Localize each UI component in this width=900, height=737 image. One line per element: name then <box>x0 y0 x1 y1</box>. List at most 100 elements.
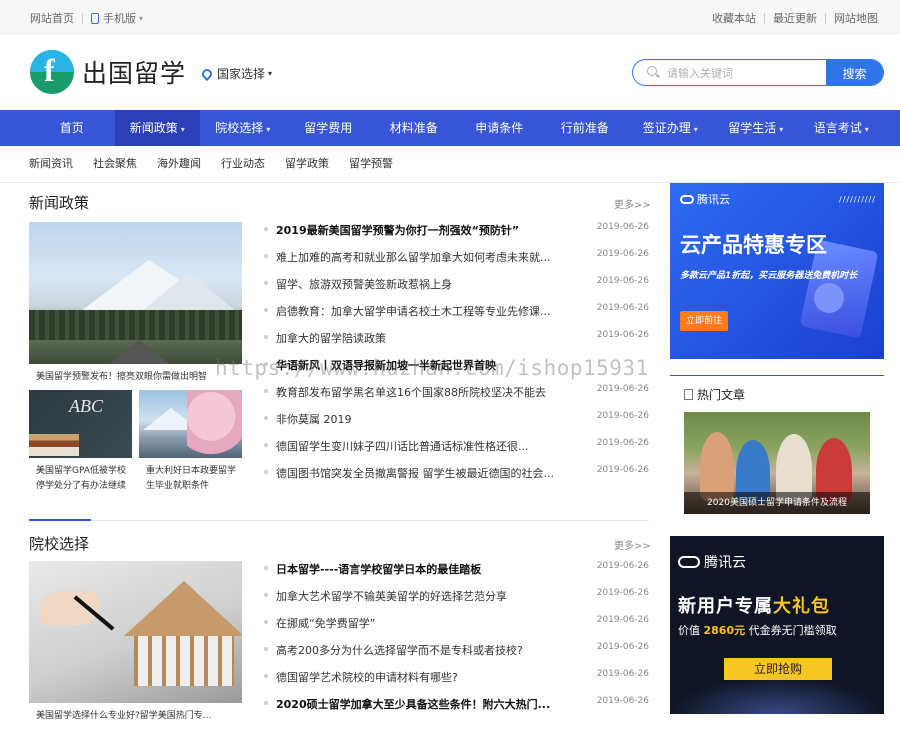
list-item-date: 2019-06-26 <box>596 303 649 313</box>
chevron-down-icon: ▾ <box>268 69 273 78</box>
bullet-icon <box>264 593 268 597</box>
list-item-date: 2019-06-26 <box>596 588 649 598</box>
ad-brand: 腾讯云 <box>680 191 730 207</box>
ad-banner-newuser[interactable]: 腾讯云 新用户专属大礼包 价值 2860元 代金券无门槛领取 立即抢购 <box>670 536 884 714</box>
news-feature-image[interactable] <box>29 222 242 364</box>
location-pin-icon <box>199 66 215 81</box>
search-button[interactable]: 搜索 <box>826 60 883 85</box>
bullet-icon <box>264 308 268 312</box>
list-item[interactable]: 教育部发布留学黑名单这16个国家88所院校坚决不能去 2019-06-26 <box>264 384 649 411</box>
nav-item-4[interactable]: 材料准备 <box>371 110 457 146</box>
nav-item-9[interactable]: 语言考试 ▾ <box>799 110 885 146</box>
list-item-date: 2019-06-26 <box>596 696 649 706</box>
list-item[interactable]: 高考200多分为什么选择留学而不是专科或者技校? 2019-06-26 <box>264 642 649 669</box>
subnav-item[interactable]: 海外趣闻 <box>157 155 201 171</box>
list-item[interactable]: 启德教育：加拿大留学申请名校土木工程等专业先修课... 2019-06-26 <box>264 303 649 330</box>
list-item[interactable]: 德国留学艺术院校的申请材料有哪些? 2019-06-26 <box>264 669 649 696</box>
more-link[interactable]: 更多>> <box>614 196 651 211</box>
nav-item-5[interactable]: 申请条件 <box>457 110 543 146</box>
top-bar: 网站首页 手机版 ▾ 收藏本站 最近更新 网站地图 <box>0 0 900 34</box>
list-item-title[interactable]: 在挪威“免学费留学” <box>276 615 566 631</box>
list-item[interactable]: 德国留学生变川妹子四川话比普通话标准性格还很... 2019-06-26 <box>264 438 649 465</box>
news-thumb-1-caption[interactable]: 美国留学GPA低被学校 停学处分了有办法继续 <box>36 464 136 494</box>
list-item[interactable]: 日本留学----语言学校留学日本的最佳踏板 2019-06-26 <box>264 561 649 588</box>
subnav-item[interactable]: 新闻资讯 <box>29 155 73 171</box>
section-accent <box>29 519 91 521</box>
search-icon <box>647 66 657 76</box>
bullet-icon <box>264 620 268 624</box>
ad-banner-cloud-sale[interactable]: 腾讯云 ////////// 云产品特惠专区 多款云产品1折起，买云服务器送免费… <box>670 183 884 359</box>
list-item-date: 2019-06-26 <box>596 561 649 571</box>
list-item-title[interactable]: 加拿大艺术留学不输英美留学的好选择艺范分享 <box>276 588 566 604</box>
hot-article-image[interactable]: 2020美国硕士留学申请条件及流程 <box>684 412 870 514</box>
list-item-title[interactable]: 2019最新美国留学预警为你打一剂强效“预防针” <box>276 222 566 238</box>
news-feature-caption[interactable]: 美国留学预警发布！擦亮双眼你需做出明智 <box>36 370 242 385</box>
news-thumb-2-caption[interactable]: 重大利好日本政要留学 生毕业就职条件 <box>146 464 246 494</box>
schools-feature-image[interactable] <box>29 561 242 703</box>
bullet-icon <box>264 254 268 258</box>
nav-item-2[interactable]: 院校选择 ▾ <box>200 110 286 146</box>
site-logo[interactable]: 出国留学 <box>30 50 186 94</box>
home-link[interactable]: 网站首页 <box>30 10 74 26</box>
list-item[interactable]: 留学、旅游双预警美签新政惹祸上身 2019-06-26 <box>264 276 649 303</box>
list-item[interactable]: 在挪威“免学费留学” 2019-06-26 <box>264 615 649 642</box>
search-box: 搜索 <box>632 59 884 86</box>
list-item[interactable]: 难上加难的高考和就业那么留学加拿大如何考虑未来就... 2019-06-26 <box>264 249 649 276</box>
list-item-title[interactable]: 非你莫属 2019 <box>276 411 566 427</box>
list-item-title[interactable]: 高考200多分为什么选择留学而不是专科或者技校? <box>276 642 566 658</box>
list-item-title[interactable]: 留学、旅游双预警美签新政惹祸上身 <box>276 276 566 292</box>
list-item-date: 2019-06-26 <box>596 384 649 394</box>
list-item-title[interactable]: 德国留学艺术院校的申请材料有哪些? <box>276 669 566 685</box>
ad-cta-button[interactable]: 立即前往 <box>680 311 728 331</box>
sitemap-link[interactable]: 网站地图 <box>834 10 878 26</box>
list-item-title[interactable]: 德国图书馆突发全员撤离警报 留学生被最近德国的社会... <box>276 465 566 481</box>
recent-link[interactable]: 最近更新 <box>773 10 817 26</box>
more-link[interactable]: 更多>> <box>614 537 651 552</box>
list-item[interactable]: 2020硕士留学加拿大至少具备这些条件！附六大热门... 2019-06-26 <box>264 696 649 723</box>
bullet-icon <box>264 443 268 447</box>
nav-item-1[interactable]: 新闻政策 ▾ <box>114 110 200 146</box>
ad-subline: 多款云产品1折起，买云服务器送免费机时长 <box>680 271 858 281</box>
bullet-icon <box>264 335 268 339</box>
nav-item-label: 新闻政策 <box>129 121 178 135</box>
nav-item-8[interactable]: 留学生活 ▾ <box>713 110 799 146</box>
list-item-title[interactable]: 教育部发布留学黑名单这16个国家88所院校坚决不能去 <box>276 384 566 400</box>
news-thumb-1[interactable]: ABC <box>29 390 132 458</box>
mobile-link[interactable]: 手机版 <box>103 10 136 26</box>
nav-item-0[interactable]: 首页 <box>29 110 115 146</box>
search-input[interactable] <box>667 64 817 82</box>
subnav-item[interactable]: 留学预警 <box>349 155 393 171</box>
list-item-title[interactable]: 日本留学----语言学校留学日本的最佳踏板 <box>276 561 566 577</box>
list-item-title[interactable]: 加拿大的留学陪读政策 <box>276 330 566 346</box>
list-item[interactable]: 非你莫属 2019 2019-06-26 <box>264 411 649 438</box>
nav-item-3[interactable]: 留学费用 <box>286 110 372 146</box>
section-title-schools: 院校选择 <box>29 535 90 553</box>
list-item-title[interactable]: 德国留学生变川妹子四川话比普通话标准性格还很... <box>276 438 566 454</box>
subnav-item[interactable]: 行业动态 <box>221 155 265 171</box>
ad-headline: 新用户专属大礼包 <box>678 596 830 617</box>
list-item-title[interactable]: 难上加难的高考和就业那么留学加拿大如何考虑未来就... <box>276 249 566 265</box>
nav-item-label: 首页 <box>59 121 84 135</box>
nav-item-7[interactable]: 签证办理 ▾ <box>628 110 714 146</box>
list-item[interactable]: 德国图书馆突发全员撤离警报 留学生被最近德国的社会... 2019-06-26 <box>264 465 649 492</box>
list-item[interactable]: 加拿大的留学陪读政策 2019-06-26 <box>264 330 649 357</box>
hot-article-caption[interactable]: 2020美国硕士留学申请条件及流程 <box>684 492 870 514</box>
country-select[interactable]: 国家选择 ▾ <box>199 65 273 82</box>
subnav-item[interactable]: 社会聚焦 <box>93 155 137 171</box>
news-thumb-2[interactable] <box>139 390 242 458</box>
cloud-icon <box>680 195 694 204</box>
list-item-title[interactable]: 2020硕士留学加拿大至少具备这些条件！附六大热门... <box>276 696 566 712</box>
schools-feature-caption[interactable]: 美国留学选择什么专业好?留学美国热门专... <box>36 709 242 724</box>
bullet-icon <box>264 416 268 420</box>
list-item-title[interactable]: 启德教育：加拿大留学申请名校土木工程等专业先修课... <box>276 303 566 319</box>
list-item[interactable]: 加拿大艺术留学不输英美留学的好选择艺范分享 2019-06-26 <box>264 588 649 615</box>
decorative-shape <box>814 283 844 313</box>
list-item[interactable]: 2019最新美国留学预警为你打一剂强效“预防针” 2019-06-26 <box>264 222 649 249</box>
subnav-item[interactable]: 留学政策 <box>285 155 329 171</box>
house-roof <box>124 581 242 636</box>
nav-item-6[interactable]: 行前准备 <box>542 110 628 146</box>
divider <box>764 12 765 24</box>
ad-cta-button[interactable]: 立即抢购 <box>724 658 832 680</box>
favorite-link[interactable]: 收藏本站 <box>712 10 756 26</box>
tree-line <box>29 310 242 340</box>
